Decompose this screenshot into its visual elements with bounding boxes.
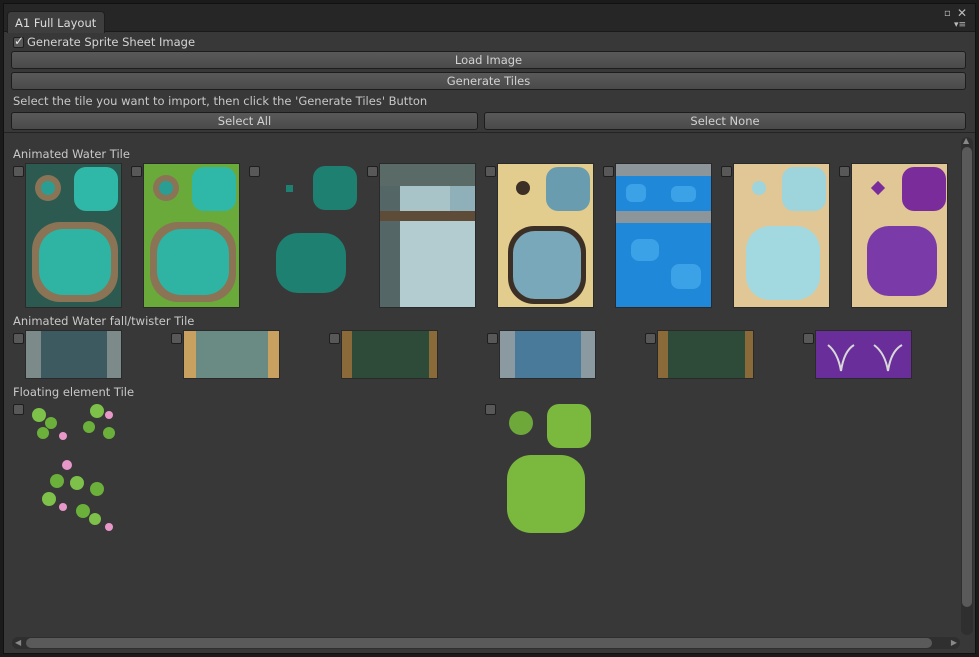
section-title-animated-water: Animated Water Tile [13,147,130,161]
section-title-waterfall-twister: Animated Water fall/twister Tile [13,314,195,328]
tile-checkbox[interactable] [329,333,340,344]
generate-sprite-sheet-label: Generate Sprite Sheet Image [27,35,196,49]
waterfall-tile-preview [25,330,122,379]
tile-checkbox[interactable] [645,333,656,344]
stone-tile-thumbnail [380,164,475,307]
water-tile-thumbnail [276,166,357,293]
load-image-button[interactable]: Load Image [11,51,966,69]
tile-checkbox[interactable] [367,166,378,177]
poison-water-tile-thumbnail [852,164,947,307]
tile-checkbox[interactable] [171,333,182,344]
blue-water-tile-thumbnail [616,164,711,307]
tile-checkbox[interactable] [487,333,498,344]
waterfall-tile-preview [341,330,438,379]
waterfall-tile-preview [657,330,754,379]
horizontal-scrollbar[interactable]: ◀ ▶ [12,637,960,649]
waterfall-tile-thumbnail [500,331,595,378]
tab-a1-full-layout[interactable]: A1 Full Layout [7,11,105,33]
sand-water-tile-preview [497,163,594,308]
tile-checkbox[interactable] [839,166,850,177]
tile-checkbox[interactable] [13,404,24,415]
tile-checkbox[interactable] [485,404,496,415]
title-bar: A1 Full Layout ▫ ✕ ▾≡ [4,4,975,33]
section-title-floating-element: Floating element Tile [13,385,135,399]
desert-water-tile-preview [733,163,830,308]
editor-window: A1 Full Layout ▫ ✕ ▾≡ Generate Sprite Sh… [3,3,976,654]
horizontal-scrollbar-thumb[interactable] [26,638,932,648]
water-tile-thumbnail [26,164,121,307]
generate-sprite-sheet-option[interactable]: Generate Sprite Sheet Image [13,33,195,51]
tile-checkbox[interactable] [131,166,142,177]
poison-water-tile-preview [851,163,948,308]
tab-menu-icon[interactable]: ▾≡ [954,20,966,30]
waterfall-tile-thumbnail [342,331,437,378]
tile-checkbox[interactable] [721,166,732,177]
select-none-button[interactable]: Select None [484,112,966,130]
waterfall-tile-preview [183,330,280,379]
bush-tile-preview [497,401,594,546]
bush-tile-thumbnail [507,404,591,533]
water-tile-thumbnail [144,164,239,307]
water-tile-preview [25,163,122,308]
close-icon[interactable]: ✕ [957,7,967,19]
select-all-button[interactable]: Select All [11,112,478,130]
lily-pad-tile-preview [25,401,122,546]
scroll-left-arrow-icon[interactable]: ◀ [15,638,21,647]
blue-water-tile-preview [615,163,712,308]
maximize-icon[interactable]: ▫ [944,9,951,19]
sand-water-tile-thumbnail [498,164,593,307]
twister-tile-thumbnail [816,331,911,378]
waterfall-tile-thumbnail [26,331,121,378]
tile-checkbox[interactable] [249,166,260,177]
stone-tile-preview [379,163,476,308]
tile-checkbox[interactable] [13,166,24,177]
vertical-scrollbar-thumb[interactable] [962,147,972,607]
waterfall-tile-thumbnail [184,331,279,378]
tile-checkbox[interactable] [803,333,814,344]
tile-checkbox[interactable] [603,166,614,177]
generate-sprite-sheet-checkbox[interactable] [13,34,24,48]
vertical-scrollbar[interactable]: ▲ [961,136,973,635]
instruction-text: Select the tile you want to import, then… [13,94,428,108]
twister-tile-preview [815,330,912,379]
waterfall-tile-thumbnail [658,331,753,378]
lily-pad-tile-thumbnail [32,404,115,531]
tile-checkbox[interactable] [485,166,496,177]
scroll-right-arrow-icon[interactable]: ▶ [951,638,957,647]
tile-checkbox[interactable] [13,333,24,344]
tile-scroll-view[interactable]: Animated Water Tile Animated Water fall/… [4,132,975,653]
waterfall-tile-preview [499,330,596,379]
water-tile-preview [261,163,358,308]
generate-tiles-button[interactable]: Generate Tiles [11,72,966,90]
water-tile-preview [143,163,240,308]
tab-label: A1 Full Layout [15,16,97,30]
scroll-up-arrow-icon[interactable]: ▲ [963,136,969,145]
desert-water-tile-thumbnail [734,164,829,307]
